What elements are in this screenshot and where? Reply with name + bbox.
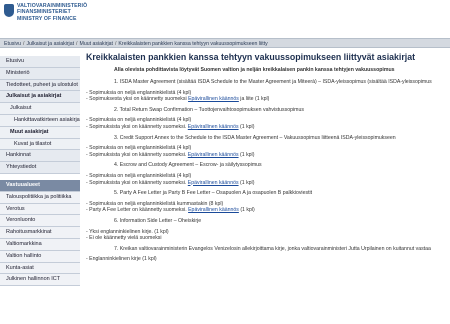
document-section: 3. Credit Support Annex to the Schedule … <box>86 135 448 142</box>
section-heading: 3. Credit Support Annex to the Schedule … <box>114 134 396 141</box>
document-section: 6. Information Side Letter – Oheiskirje <box>86 218 448 225</box>
section-heading: 6. Information Side Letter – Oheiskirje <box>114 217 202 224</box>
section-line: - Sopimuksia on neljä englanninkielistä … <box>86 117 192 124</box>
sidebar-link-rahoitusmarkkinat[interactable]: Rahoitusmarkkinat <box>0 227 80 239</box>
section-line: - Sopimuksia on neljä englanninkielistä … <box>86 89 192 96</box>
document-section: 7. Kreikan valtiovarainministerin Evange… <box>86 246 448 253</box>
breadcrumb-current: Kreikkalaisten pankkien kanssa tehtyyn v… <box>118 41 268 47</box>
section-heading: 1. ISDA Master Agreement (sisältää ISDA … <box>114 79 432 85</box>
section-heading: 5. Party A Fee Letter ja Party B Fee Let… <box>114 190 313 197</box>
sidebar-link-verotus[interactable]: Verotus <box>0 203 80 216</box>
section-line: - Ei ole käännetty vielä suomeksi <box>86 235 162 242</box>
line-text: - Sopimuksista yksi on käännetty suomeks… <box>86 151 187 158</box>
sidebar-item-hankinnat[interactable]: Hankinnat <box>0 150 80 163</box>
line-text: - Sopimuksista yksi on käännetty suomeks… <box>86 123 187 130</box>
sidebar-item-muut-asiakirjat[interactable]: Muut asiakirjat <box>0 126 80 139</box>
sidebar-link-kunta-asiat[interactable]: Kunta-asiat <box>0 262 80 275</box>
section-lines: - Yksi englanninkielinen kirje. (1 kpl) … <box>86 229 448 242</box>
sidebar-link-valtiomarkkina[interactable]: Valtiomarkkina <box>0 238 80 251</box>
coat-of-arms-icon <box>4 4 14 17</box>
line-text: - Sopimuksesta yksi on käännetty suomeks… <box>86 96 187 103</box>
line-suffix: ja liite (1 kpl) <box>240 96 270 103</box>
ministry-logo[interactable]: VALTIOVARAINMINISTERIÖ FINANSMINISTERIET… <box>4 3 87 22</box>
breadcrumb-other-documents[interactable]: Muut asiakirjat <box>80 41 113 47</box>
sidebar-item-etusivu[interactable]: Etusivu <box>0 56 80 68</box>
document-section: 5. Party A Fee Letter ja Party B Fee Let… <box>86 190 448 197</box>
line-text: - Sopimuksista yksi on käännetty suomeks… <box>86 179 187 186</box>
breadcrumb-separator: / <box>23 41 25 47</box>
section-lines: - Sopimuksia on neljä englanninkielistä … <box>86 117 448 130</box>
section-line: - Sopimuksista yksi on käännetty suomeks… <box>86 180 448 187</box>
section-line: - Sopimuksia on neljä englanninkielistä … <box>86 172 192 179</box>
page-title: Kreikkalaisten pankkien kanssa tehtyyn v… <box>86 52 416 62</box>
sidebar-item-yhteystiedot[interactable]: Yhteystiedot <box>0 162 80 174</box>
document-section: 2. Total Return Swap Confirmation – Tuot… <box>86 107 448 114</box>
sidebar-link-veronluonto[interactable]: Veronluonto <box>0 215 80 228</box>
breadcrumb-separator: / <box>76 41 78 47</box>
line-suffix: (1 kpl) <box>240 123 255 130</box>
section-lines: - Sopimuksia on neljä englanninkielistä … <box>86 145 448 158</box>
translation-link[interactable]: Epävirallinen käännös <box>188 180 239 186</box>
translation-link[interactable]: Epävirallinen käännös <box>188 96 239 102</box>
breadcrumb: Etusivu / Julkaisut ja asiakirjat / Muut asi… <box>0 38 450 48</box>
translation-link[interactable]: Epävirallinen käännös <box>188 124 239 130</box>
section-lines: - Sopimuksia on neljä englanninkielistä … <box>86 90 448 103</box>
breadcrumb-publications[interactable]: Julkaisut ja asiakirjat <box>26 41 74 47</box>
sidebar-section-title: Vastuualueet <box>0 179 80 192</box>
section-line: - Sopimuksista yksi on käännetty suomeks… <box>86 152 448 159</box>
line-suffix: (1 kpl) <box>240 207 255 214</box>
section-line: - Yksi englanninkielinen kirje. (1 kpl) <box>86 228 169 235</box>
sidebar-item-kuvat[interactable]: Kuvat ja tilastot <box>0 138 80 151</box>
line-text: - Party A Fee Letter on käännetty suomek… <box>86 207 187 214</box>
document-section: 4. Escrow and Custody Agreement – Escrow… <box>86 162 448 169</box>
logo-text: VALTIOVARAINMINISTERIÖ FINANSMINISTERIET… <box>17 3 87 22</box>
section-lines: - Englanninkielinen kirje (1 kpl) <box>86 256 448 263</box>
sidebar-link-valtion-hallinto[interactable]: Valtion hallinto <box>0 250 80 263</box>
section-line: - Sopimuksesta yksi on käännetty suomeks… <box>86 96 448 103</box>
breadcrumb-home[interactable]: Etusivu <box>4 41 21 47</box>
sidebar-link-julkinen-ict[interactable]: Julkinen hallinnon ICT <box>0 274 80 287</box>
sidebar-item-ministerio[interactable]: Ministeriö <box>0 67 80 80</box>
section-line: - Sopimuksista yksi on käännetty suomeks… <box>86 124 448 131</box>
sidebar: Etusivu Ministeriö Tiedotteet, puheet ja… <box>0 56 80 287</box>
sidebar-item-hankittavat[interactable]: Hankittavatkirteen asiakirjat <box>0 114 80 127</box>
line-suffix: (1 kpl) <box>240 151 255 158</box>
document-section: 1. ISDA Master Agreement (sisältää ISDA … <box>86 79 448 86</box>
site-header: VALTIOVARAINMINISTERIÖ FINANSMINISTERIET… <box>0 0 450 38</box>
section-heading: 2. Total Return Swap Confirmation – Tuot… <box>114 106 304 113</box>
section-line: - Englanninkielinen kirje (1 kpl) <box>86 256 157 263</box>
logo-line-en: MINISTRY OF FINANCE <box>17 15 77 22</box>
translation-link[interactable]: Epävirallinen käännös <box>188 152 239 158</box>
sidebar-item-julkaisut[interactable]: Julkaisut <box>0 103 80 115</box>
section-lines: - Sopimuksia on neljä englanninkielistä … <box>86 173 448 186</box>
intro-text: Alla olevista pohdittavista löytyvät Suo… <box>114 67 395 73</box>
breadcrumb-separator: / <box>114 41 117 47</box>
section-line: - Sopimuksia on neljä englanninkielistä … <box>86 145 192 152</box>
section-heading: 4. Escrow and Custody Agreement – Escrow… <box>114 162 262 169</box>
section-line: - Party A Fee Letter on käännetty suomek… <box>86 207 448 214</box>
translation-link[interactable]: Epävirallinen käännös <box>188 207 239 213</box>
sidebar-item-julkaisut-ja-asiakirjat[interactable]: Julkaisut ja asiakirjat <box>0 91 80 104</box>
main-content: Kreikkalaisten pankkien kanssa tehtyyn v… <box>86 52 448 324</box>
sidebar-link-talouspolitiikka[interactable]: Talouspolitiikka ja politiikka <box>0 191 80 204</box>
section-line: - Sopimuksia on neljä englanninkielistä … <box>86 200 224 207</box>
line-suffix: (1 kpl) <box>240 179 255 186</box>
section-lines: - Sopimuksia on neljä englanninkielistä … <box>86 201 448 214</box>
sidebar-item-tiedotteet[interactable]: Tiedotteet, puheet ja ulostulot <box>0 79 80 92</box>
section-heading: 7. Kreikan valtiovarainministerin Evange… <box>114 245 431 252</box>
